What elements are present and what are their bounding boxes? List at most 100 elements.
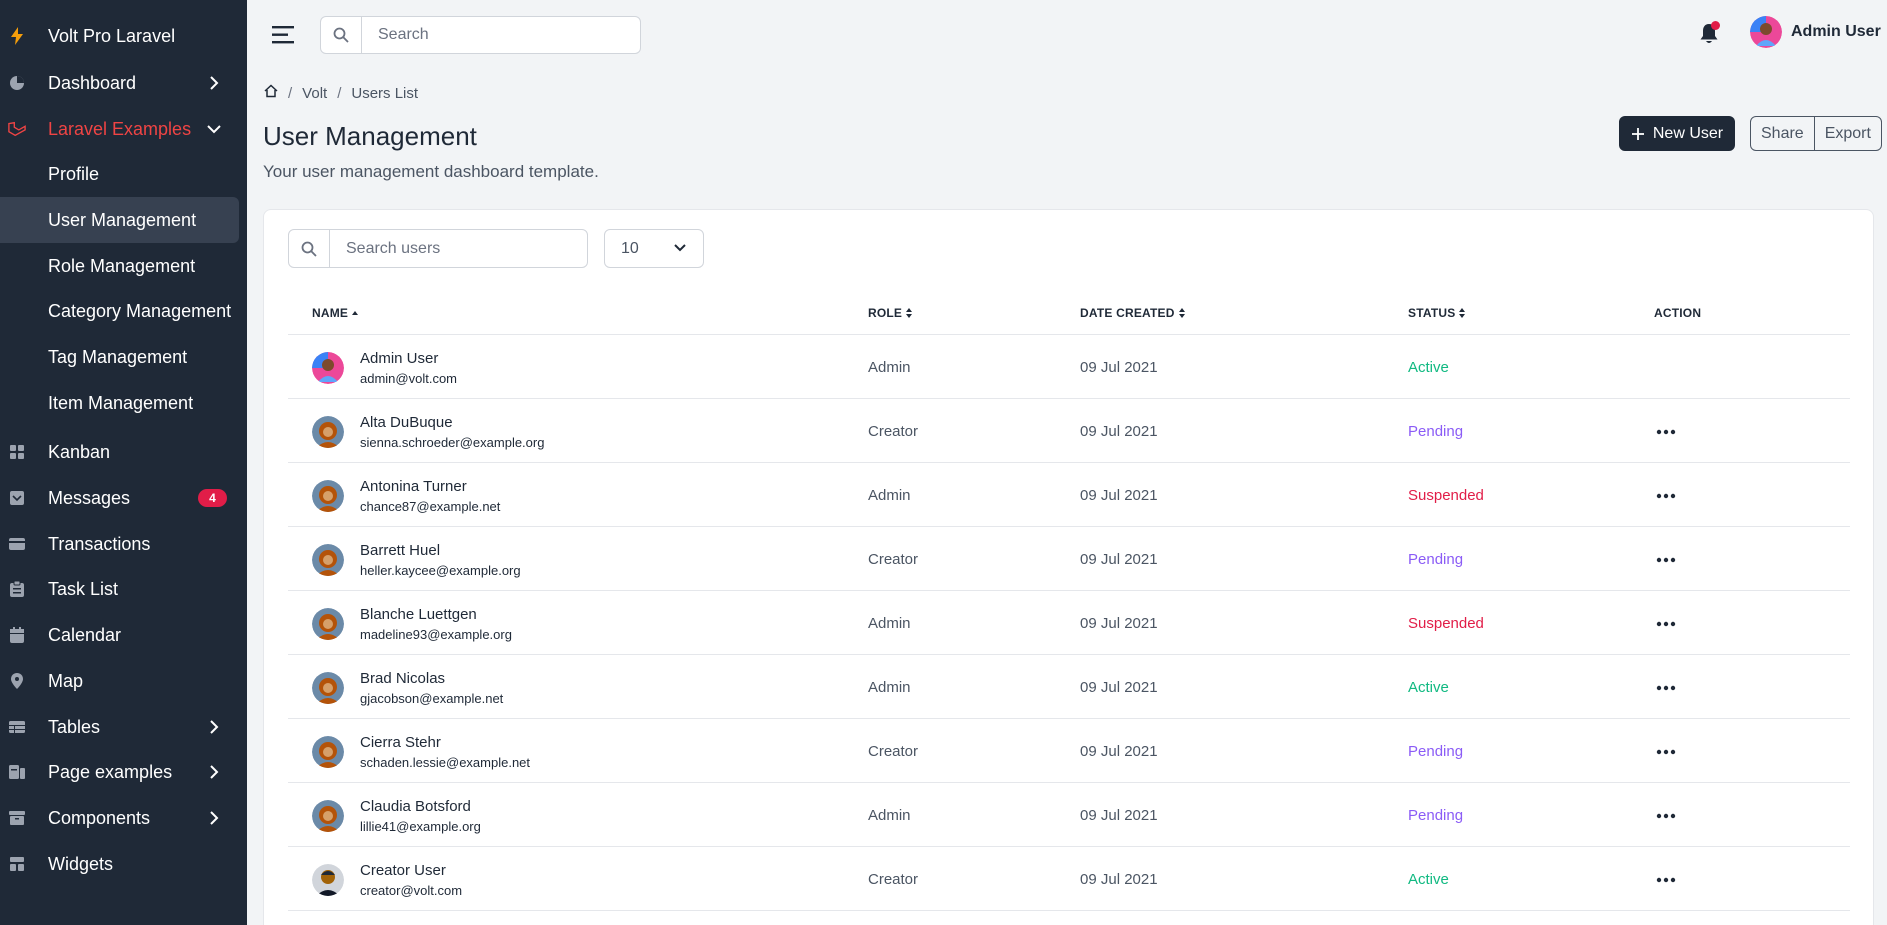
sidebar-item-task-list[interactable]: Task List [0,566,247,612]
sidebar-item-components[interactable]: Components [0,795,247,841]
sidebar-item-widgets[interactable]: Widgets [0,841,247,887]
more-actions-icon[interactable] [1656,425,1676,437]
status-badge: Pending [1408,743,1464,760]
more-actions-icon[interactable] [1656,681,1676,693]
chevron-right-icon [206,810,222,826]
sidebar-item-category-management[interactable]: Category Management [0,288,247,334]
user-email: heller.kaycee@example.org [360,563,521,578]
user-name: Admin User [360,350,439,367]
per-page-select[interactable]: 10 [604,229,704,268]
sidebar-item-item-management[interactable]: Item Management [0,380,247,426]
column-header-date[interactable]: DATE CREATED [1080,306,1186,320]
date-created: 09 Jul 2021 [1080,807,1158,824]
avatar [312,864,344,896]
avatar [312,608,344,640]
sort-asc-icon [352,311,359,315]
sidebar-item-map[interactable]: Map [0,658,247,704]
archive-icon [8,809,26,827]
sidebar-item-label: Item Management [48,392,194,413]
user-role: Creator [868,423,919,440]
pages-icon [8,763,26,781]
user-name: Blanche Luettgen [360,606,477,623]
chevron-down-icon [674,244,686,252]
chevron-right-icon [206,764,222,780]
sidebar-item-dashboard[interactable]: Dashboard [0,60,247,106]
user-role: Creator [868,551,919,568]
breadcrumb-item-volt[interactable]: Volt [302,85,327,102]
table-row: Blanche Luettgen madeline93@example.org Ad… [288,591,1850,655]
column-header-role[interactable]: ROLE [868,306,913,320]
sidebar-item-page-examples[interactable]: Page examples [0,749,247,795]
table-row: Barrett Huel heller.kaycee@example.org Cre… [288,527,1850,591]
user-email: schaden.lessie@example.net [360,755,531,770]
more-actions-icon[interactable] [1656,873,1676,885]
sidebar-item-label: Kanban [48,441,111,462]
table-icon [8,718,26,736]
user-name: Claudia Botsford [360,798,471,815]
new-user-button[interactable]: New User [1619,116,1735,151]
sidebar-item-user-management[interactable]: User Management [0,197,239,243]
sidebar-item-label: Category Management [48,300,232,321]
widgets-icon [8,855,26,873]
more-actions-icon[interactable] [1656,489,1676,501]
sidebar-item-label: Map [48,670,84,691]
date-created: 09 Jul 2021 [1080,615,1158,632]
top-search-input[interactable] [362,17,640,53]
column-header-status[interactable]: STATUS [1408,306,1466,320]
brand-name: Volt Pro Laravel [48,25,176,46]
user-role: Admin [868,487,911,504]
sidebar-item-label: User Management [48,209,197,230]
sidebar-item-label: Laravel Examples [48,118,192,139]
user-role: Admin [868,615,911,632]
pie-chart-icon [8,74,26,92]
breadcrumb-item-users-list: Users List [351,84,419,102]
user-email: creator@volt.com [360,883,463,898]
avatar[interactable] [1750,16,1782,48]
user-search [288,229,588,268]
sidebar-item-calendar[interactable]: Calendar [0,612,247,658]
user-role: Admin [868,807,911,824]
brand-link[interactable]: Volt Pro Laravel [0,13,247,59]
user-name[interactable]: Admin User [1791,23,1881,41]
avatar [312,736,344,768]
more-actions-icon[interactable] [1656,745,1676,757]
date-created: 09 Jul 2021 [1080,359,1158,376]
sidebar-item-kanban[interactable]: Kanban [0,429,247,475]
sidebar-item-tables[interactable]: Tables [0,704,247,750]
date-created: 09 Jul 2021 [1080,679,1158,696]
table-row: Admin User admin@volt.com Admin 09 Jul 2021… [288,335,1850,399]
sidebar-item-messages[interactable]: Messages 4 [0,475,247,521]
more-actions-icon[interactable] [1656,617,1676,629]
user-search-input[interactable] [330,230,587,267]
calendar-icon [8,626,26,644]
status-badge: Active [1408,679,1449,696]
column-header-name[interactable]: NAME [312,306,359,320]
menu-toggle-icon[interactable] [272,24,296,46]
sidebar-item-transactions[interactable]: Transactions [0,521,247,567]
breadcrumb: / Volt / Users List [264,84,418,102]
table-row: Cierra Stehr schaden.lessie@example.net Cr… [288,719,1850,783]
sidebar-item-label: Profile [48,163,100,184]
sidebar-item-label: Transactions [48,533,151,554]
status-badge: Pending [1408,551,1464,568]
sidebar-item-label: Messages [48,487,131,508]
table-row: Antonina Turner chance87@example.net Admin… [288,463,1850,527]
notification-dot [1711,21,1720,30]
export-button[interactable]: Export [1813,117,1881,150]
sidebar-item-laravel-examples[interactable]: Laravel Examples [0,106,247,152]
sidebar-item-role-management[interactable]: Role Management [0,243,247,289]
home-icon[interactable] [264,84,278,102]
share-button[interactable]: Share [1751,117,1814,150]
sidebar-item-tag-management[interactable]: Tag Management [0,334,247,380]
sidebar-item-label: Dashboard [48,72,137,93]
chevron-right-icon [206,75,222,91]
sidebar-item-profile[interactable]: Profile [0,151,247,197]
sidebar-item-label: Page examples [48,761,173,782]
user-email: admin@volt.com [360,371,458,386]
top-search [320,16,641,54]
more-actions-icon[interactable] [1656,809,1676,821]
date-created: 09 Jul 2021 [1080,551,1158,568]
table-row: Brad Nicolas gjacobson@example.net Admin 09… [288,655,1850,719]
more-actions-icon[interactable] [1656,553,1676,565]
sidebar-item-label: Tables [48,716,101,737]
